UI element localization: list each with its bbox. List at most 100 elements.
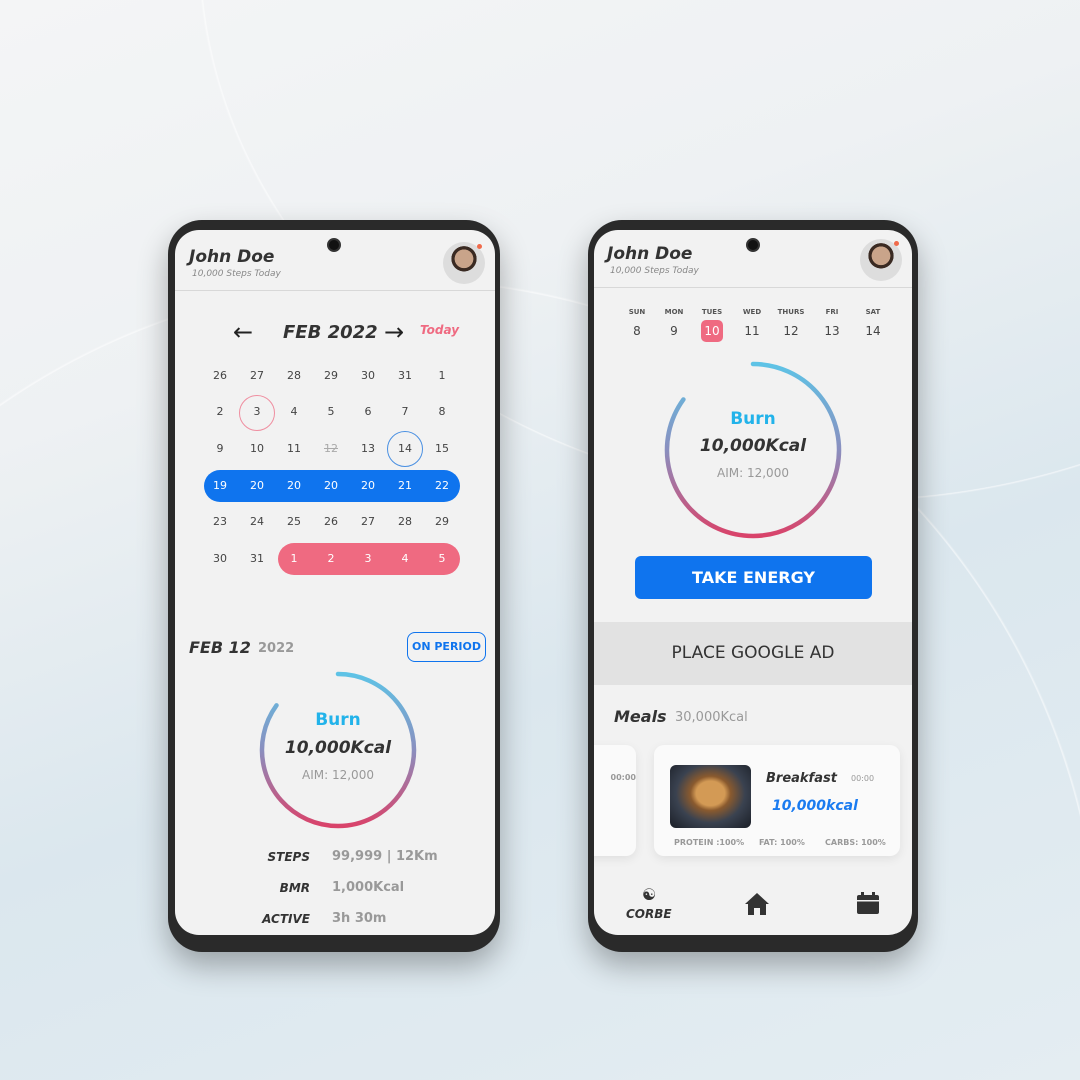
calendar-day[interactable]: 6 xyxy=(353,405,383,418)
arrow-right-icon[interactable]: → xyxy=(384,318,404,346)
calendar-day[interactable]: 2 xyxy=(316,552,346,565)
meal-card-breakfast[interactable]: Breakfast 00:00 10,000kcal PROTEIN :100%… xyxy=(654,745,900,856)
notification-dot xyxy=(477,244,482,249)
weekday-date[interactable]: 14 xyxy=(853,324,893,338)
user-name: John Doe xyxy=(189,247,275,267)
calendar-day[interactable]: 20 xyxy=(242,479,272,492)
calendar-day[interactable]: 2 xyxy=(205,405,235,418)
camera xyxy=(746,238,760,252)
calendar-day[interactable]: 28 xyxy=(390,515,420,528)
macro-protein: PROTEIN :100% xyxy=(674,838,745,847)
calendar-day[interactable]: 30 xyxy=(205,552,235,565)
weekday-label: MON xyxy=(664,308,684,316)
calendar-day[interactable]: 3 xyxy=(353,552,383,565)
calendar-day[interactable]: 19 xyxy=(205,479,235,492)
meal-card-partial[interactable]: 00:00 xyxy=(594,745,636,856)
burn-label: Burn xyxy=(730,409,776,429)
calendar-day[interactable]: 9 xyxy=(205,442,235,455)
weekday-label: TUES xyxy=(701,308,723,316)
calendar-day[interactable]: 20 xyxy=(353,479,383,492)
camera xyxy=(327,238,341,252)
steps-subtitle: 10,000 Steps Today xyxy=(192,269,281,279)
calendar-icon[interactable] xyxy=(856,891,880,915)
calendar-day[interactable]: 15 xyxy=(427,442,457,455)
stat-label: BMR xyxy=(279,881,310,895)
meal-time: 00:00 xyxy=(851,774,875,783)
calendar-day[interactable]: 3 xyxy=(242,405,272,418)
calendar-day[interactable]: 31 xyxy=(390,369,420,382)
phone-right: John Doe 10,000 Steps Today SUN 8 MON 9 TUES… xyxy=(588,220,918,952)
macro-fat: FAT: 100% xyxy=(759,838,805,847)
calendar-day[interactable]: 20 xyxy=(316,479,346,492)
calendar-day[interactable]: 4 xyxy=(279,405,309,418)
arrow-left-icon[interactable]: ← xyxy=(233,318,253,346)
meal-kcal: 10,000kcal xyxy=(772,798,858,814)
calendar-day[interactable]: 12 xyxy=(316,442,346,455)
calendar-day[interactable]: 7 xyxy=(390,405,420,418)
calendar-day[interactable]: 23 xyxy=(205,515,235,528)
calendar-day[interactable]: 27 xyxy=(353,515,383,528)
calendar-day[interactable]: 1 xyxy=(427,369,457,382)
steps-subtitle: 10,000 Steps Today xyxy=(610,266,699,276)
today-button[interactable]: Today xyxy=(420,323,459,337)
calendar-day[interactable]: 25 xyxy=(279,515,309,528)
weekday-date[interactable]: 10 xyxy=(692,324,732,338)
meal-time: 00:00 xyxy=(610,773,636,782)
meals-total: 30,000Kcal xyxy=(675,710,748,725)
calendar-day[interactable]: 5 xyxy=(427,552,457,565)
weekday-date[interactable]: 13 xyxy=(812,324,852,338)
calendar-day[interactable]: 29 xyxy=(427,515,457,528)
weekday-date[interactable]: 11 xyxy=(732,324,772,338)
macro-carbs: CARBS: 100% xyxy=(825,838,886,847)
month-title: FEB 2022 xyxy=(283,322,378,343)
weekday-label: SAT xyxy=(865,308,881,316)
notification-dot xyxy=(894,241,899,246)
calendar-day[interactable]: 29 xyxy=(316,369,346,382)
phone-left: John Doe 10,000 Steps Today ← FEB 2022 →… xyxy=(168,220,500,952)
calendar-day[interactable]: 4 xyxy=(390,552,420,565)
weekday-label: WED xyxy=(742,308,762,316)
calendar-day[interactable]: 28 xyxy=(279,369,309,382)
calendar-day[interactable]: 27 xyxy=(242,369,272,382)
calendar-day[interactable]: 5 xyxy=(316,405,346,418)
calendar-day[interactable]: 26 xyxy=(205,369,235,382)
calendar-day[interactable]: 8 xyxy=(427,405,457,418)
weekday-label: SUN xyxy=(628,308,646,316)
burn-value: 10,000Kcal xyxy=(699,436,807,456)
weekday-date[interactable]: 9 xyxy=(654,324,694,338)
ad-placeholder[interactable]: PLACE GOOGLE AD xyxy=(594,622,912,685)
burn-aim: AIM: 12,000 xyxy=(302,768,374,782)
user-name: John Doe xyxy=(607,244,693,264)
on-period-badge[interactable]: ON PERIOD xyxy=(407,632,486,662)
calendar-day[interactable]: 24 xyxy=(242,515,272,528)
calendar-day[interactable]: 14 xyxy=(390,442,420,455)
calendar-day[interactable]: 11 xyxy=(279,442,309,455)
calendar-day[interactable]: 31 xyxy=(242,552,272,565)
header-divider xyxy=(594,287,912,288)
weekday-date[interactable]: 8 xyxy=(617,324,657,338)
calendar-day[interactable]: 21 xyxy=(390,479,420,492)
calendar-day[interactable]: 22 xyxy=(427,479,457,492)
screen-calendar: John Doe 10,000 Steps Today ← FEB 2022 →… xyxy=(175,230,495,935)
burn-aim: AIM: 12,000 xyxy=(717,466,789,480)
corbe-logo-icon[interactable]: ☯ xyxy=(634,885,664,904)
calendar-day[interactable]: 1 xyxy=(279,552,309,565)
detail-date: FEB 12 xyxy=(189,638,251,657)
nav-brand[interactable]: CORBE xyxy=(626,907,672,921)
calendar-day[interactable]: 20 xyxy=(279,479,309,492)
detail-year: 2022 xyxy=(258,641,295,656)
home-icon[interactable] xyxy=(744,892,770,916)
calendar-day[interactable]: 26 xyxy=(316,515,346,528)
stat-value: 3h 30m xyxy=(332,911,387,926)
meals-title: Meals xyxy=(614,707,667,726)
meal-name: Breakfast xyxy=(766,771,837,786)
weekday-label: THURS xyxy=(777,308,805,316)
burn-label: Burn xyxy=(315,710,361,730)
take-energy-button[interactable]: TAKE ENERGY xyxy=(635,556,872,599)
screen-dashboard: John Doe 10,000 Steps Today SUN 8 MON 9 TUES… xyxy=(594,230,912,935)
stat-value: 1,000Kcal xyxy=(332,880,405,895)
calendar-day[interactable]: 10 xyxy=(242,442,272,455)
calendar-day[interactable]: 13 xyxy=(353,442,383,455)
calendar-day[interactable]: 30 xyxy=(353,369,383,382)
weekday-date[interactable]: 12 xyxy=(771,324,811,338)
